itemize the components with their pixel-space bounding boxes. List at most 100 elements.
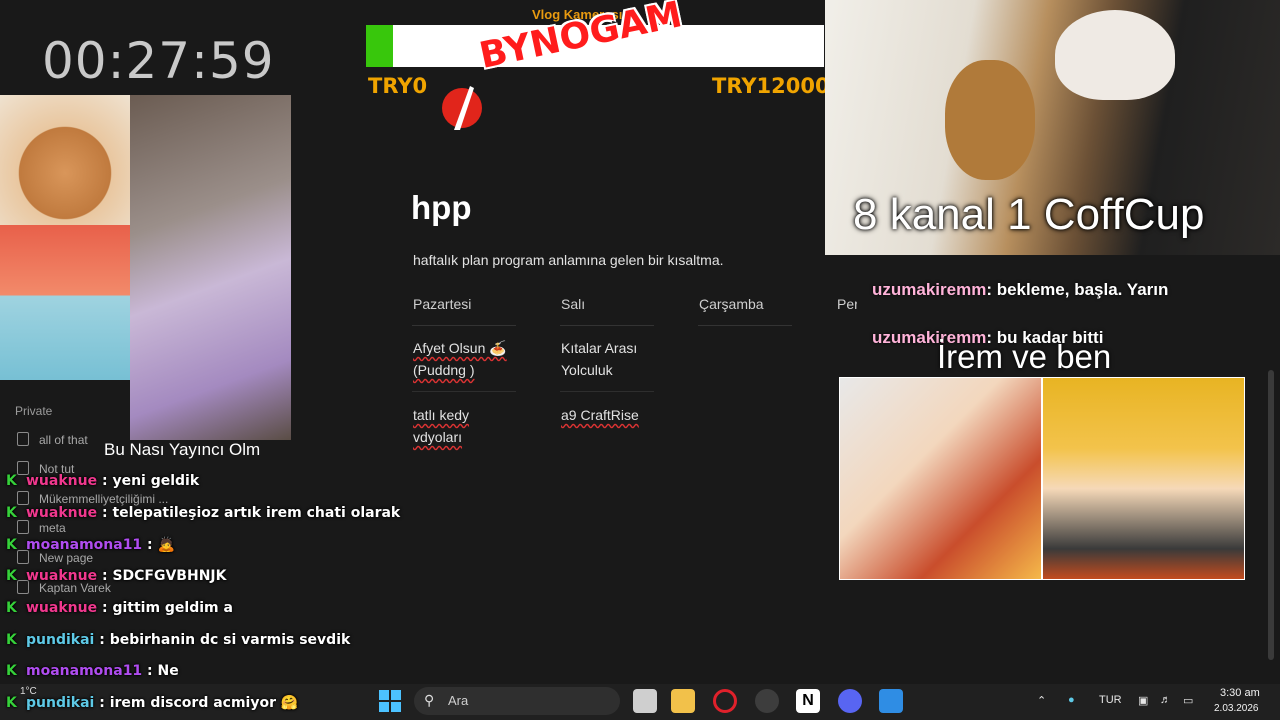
card-title: a9 CraftRise [561,407,639,423]
chat-text: : bebirhanin dc si varmis sevdik [99,632,351,648]
dog-sticker-image [0,95,130,225]
chat-username: pundikai [26,695,95,711]
jiraiya-image [840,378,1041,579]
page-icon [17,432,29,446]
donation-goal-max: TRY12000 [712,74,830,98]
chat-message: Kmoanamona11 : Ne [6,663,179,679]
donation-progress-fill [366,25,394,67]
card-title: (Puddng ) [413,362,475,378]
network-icon[interactable]: ▣ [1138,694,1148,707]
sidebar-item-label: all of that [39,433,88,447]
chat-text: : Ne [147,663,179,679]
page-title[interactable]: hpp [411,189,471,227]
kick-icon: K [6,600,17,616]
sidebar-section-private: Private [15,404,53,418]
card-title: tatlı kedy [413,407,470,423]
anime-image-pair [839,377,1245,580]
webcam-teddy-bear [945,60,1035,180]
task-view-icon[interactable] [633,689,657,713]
naruto-image [1043,378,1244,579]
taskbar-clock-time[interactable]: 3:30 am [1220,687,1260,699]
column-divider [412,325,516,326]
page-description[interactable]: haftalık plan program anlamına gelen bir… [413,252,724,268]
search-placeholder: Ara [448,693,469,708]
obs-studio-icon[interactable] [755,689,779,713]
page-icon [17,520,29,534]
sidebar-item-label: meta [39,521,66,535]
column-header-pazartesi[interactable]: Pazartesi [413,296,471,312]
card-title: vdyoları [413,429,463,445]
board-card-a9-craftrise[interactable]: a9 CraftRise [561,404,639,426]
kick-icon: K [6,473,17,489]
card-title: Kıtalar Arası [561,340,638,356]
chevron-up-icon[interactable]: ⌃ [1037,694,1046,707]
board-card-kitalar-arasi[interactable]: Kıtalar Arası Yolculuk [561,337,637,381]
plush-toy-photo [130,95,291,440]
sidebar-item-meta[interactable]: meta [17,520,66,535]
chat-text: : bekleme, başla. Yarın [986,280,1169,299]
taskbar-search-box[interactable] [414,687,620,715]
sidebar-item-label: Mükemmelliyetçiliğimi ... [39,492,169,506]
chat-text: : gittim geldim a [101,600,233,616]
sidebar-item-all-of-that[interactable]: all of that [17,432,88,447]
page-scrollbar[interactable] [1268,370,1274,660]
chat-message: Kpundikai : bebirhanin dc si varmis sevd… [6,632,350,648]
column-divider [560,325,654,326]
chat-username: pundikai [26,632,95,648]
kick-icon: K [6,663,17,679]
left-overlay-caption: Bu Nası Yayıncı Olm [104,440,261,459]
chat-message: Kwuaknue : yeni geldik [6,473,199,489]
notion-icon[interactable]: N [796,689,820,713]
column-header-carsamba[interactable]: Çarşamba [699,296,764,312]
language-indicator[interactable]: TUR [1099,694,1122,706]
card-title: Afyet Olsun 🍝 [413,340,507,356]
chat-username: wuaknue [26,568,98,584]
card-title: Yolculuk [561,362,613,378]
webcam-hat [1055,10,1175,100]
sidebar-item-label: New page [39,551,94,565]
taskbar-clock-date[interactable]: 2.03.2026 [1214,703,1259,714]
chat-message: Kmoanamona11 : 🙇 [6,537,175,553]
paint-app-icon[interactable] [879,689,903,713]
chat-username: wuaknue [26,473,98,489]
chat-message: Kwuaknue : SDCFGVBHNJK [6,568,226,584]
discord-icon[interactable] [838,689,862,713]
search-icon: ⚲ [424,692,435,708]
chat-text: : irem discord acmiyor 🤗 [99,695,299,711]
card-divider [560,391,654,392]
microphone-icon[interactable]: ● [1068,694,1075,706]
file-explorer-icon[interactable] [671,689,695,713]
kick-icon: K [6,632,17,648]
chat-text: : SDCFGVBHNJK [101,568,227,584]
chat-username: wuaknue [26,505,98,521]
board-card-afyet-olsun[interactable]: Afyet Olsun 🍝 (Puddng ) [413,337,507,381]
stream-timer: 00:27:59 [42,32,275,90]
knife-logo-icon [442,86,482,130]
volume-icon[interactable]: ♬ [1160,694,1171,706]
chat-username: wuaknue [26,600,98,616]
column-header-sali[interactable]: Salı [561,296,585,312]
chat-username: moanamona11 [26,663,143,679]
opera-browser-icon[interactable] [713,689,737,713]
chat-message: Kwuaknue : telepatileşioz artık irem cha… [6,505,400,521]
chat-text: : yeni geldik [101,473,200,489]
column-header-persembe[interactable]: Per [837,296,857,312]
battery-icon[interactable]: ▭ [1183,694,1193,707]
webcam-caption: 8 kanal 1 CoffCup [853,190,1205,239]
kick-icon: K [6,568,17,584]
chat-text: : 🙇 [147,537,175,553]
column-divider [698,325,792,326]
kick-icon: K [6,695,17,711]
board-card-tatli-kedy[interactable]: tatlı kedy vdyoları [413,404,469,448]
windows-start-icon[interactable] [378,689,402,713]
chat-username: uzumakiremm [872,280,987,299]
donation-goal-min: TRY0 [368,74,428,98]
page-icon [17,491,29,505]
card-divider [412,391,516,392]
chat-message: Kwuaknue : gittim geldim a [6,600,233,616]
sidebar-item-mukemmel[interactable]: Mükemmelliyetçiliğimi ... [17,491,168,506]
chat-text: : telepatileşioz artık irem chati olarak [101,505,401,521]
kick-icon: K [6,537,17,553]
kick-icon: K [6,505,17,521]
right-overlay-caption: İrem ve ben [937,338,1112,375]
